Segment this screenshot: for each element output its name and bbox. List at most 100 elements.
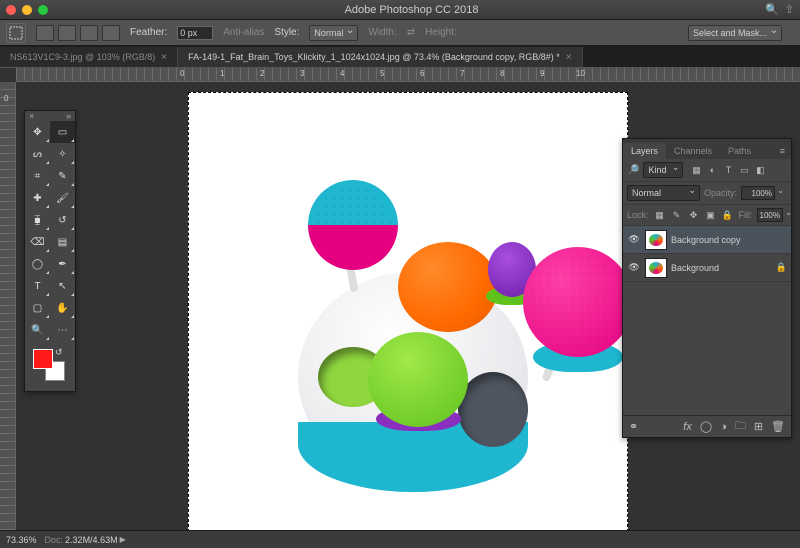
document-tabs: NS613V1C9-3.jpg @ 103% (RGB/8) × FA-149-… <box>0 46 800 68</box>
layer-filter-dropdown[interactable]: Kind <box>643 162 683 178</box>
brush-tool[interactable]: 🖌 <box>50 187 75 209</box>
close-tab-icon[interactable]: × <box>566 52 572 63</box>
doc-size-label: Doc: <box>45 535 64 545</box>
new-layer-icon[interactable]: ⊞ <box>754 420 763 433</box>
eraser-tool[interactable]: ⌫ <box>25 231 50 253</box>
selection-subtract[interactable] <box>80 25 98 41</box>
foreground-color-swatch[interactable] <box>33 349 53 369</box>
close-tab-icon[interactable]: × <box>161 52 167 63</box>
status-menu-icon[interactable]: ▶ <box>120 535 126 544</box>
feather-input[interactable] <box>177 26 213 40</box>
close-window-button[interactable] <box>6 5 16 15</box>
layer-row[interactable]: 👁 Background copy <box>623 226 791 254</box>
layer-name[interactable]: Background <box>671 263 719 273</box>
edit-toolbar-icon: ⋯ <box>58 325 68 336</box>
layer-effects-icon[interactable]: fx <box>683 421 692 433</box>
crop-tool[interactable]: ⌗ <box>25 165 50 187</box>
layers-panel-footer: ⚭ fx ◯ ◑ 🗀 ⊞ 🗑 <box>623 415 791 437</box>
adjustment-layer-icon[interactable]: ◑ <box>720 421 727 433</box>
ruler-horizontal[interactable]: 0 1 2 3 4 5 6 7 8 9 10 <box>16 68 800 82</box>
path-selection-tool[interactable]: ↖ <box>50 275 75 297</box>
share-icon[interactable]: ⇪ <box>785 3 794 16</box>
minimize-window-button[interactable] <box>22 5 32 15</box>
swap-dimensions-icon: ⇄ <box>407 27 415 38</box>
clone-stamp-tool[interactable]: ⧯ <box>25 209 50 231</box>
layer-thumbnail[interactable] <box>645 230 667 250</box>
document-tab[interactable]: NS613V1C9-3.jpg @ 103% (RGB/8) × <box>0 47 178 67</box>
zoom-tool[interactable]: 🔍 <box>25 319 50 341</box>
lock-artboard-icon[interactable]: ▣ <box>704 208 718 222</box>
filter-smart-icon[interactable]: ◧ <box>753 163 767 177</box>
filter-shape-icon[interactable]: ▭ <box>737 163 751 177</box>
eyedropper-tool-icon: ✎ <box>58 171 66 182</box>
visibility-toggle-icon[interactable]: 👁 <box>627 262 641 273</box>
filter-pixel-icon[interactable]: ▦ <box>689 163 703 177</box>
tab-label: NS613V1C9-3.jpg @ 103% (RGB/8) <box>10 52 155 62</box>
lock-all-icon[interactable]: 🔒 <box>721 208 735 222</box>
document-canvas[interactable] <box>188 92 628 530</box>
visibility-toggle-icon[interactable]: 👁 <box>627 234 641 245</box>
rectangular-marquee-tool[interactable]: ▭ <box>50 121 75 143</box>
style-dropdown[interactable]: Normal <box>309 25 358 41</box>
pen-tool[interactable]: ✒ <box>50 253 75 275</box>
magic-wand-tool[interactable]: ✧ <box>50 143 75 165</box>
layer-row[interactable]: 👁 Background 🔒 <box>623 254 791 282</box>
delete-layer-icon[interactable]: 🗑 <box>771 420 785 433</box>
brush-tool-icon: 🖌 <box>56 193 69 204</box>
dodge-tool-icon: ◯ <box>32 259 43 270</box>
opacity-input[interactable]: 100% <box>741 186 775 200</box>
lock-transparency-icon[interactable]: ▦ <box>653 208 667 222</box>
active-tool-indicator[interactable] <box>6 23 26 43</box>
width-label: Width: <box>368 27 396 38</box>
panel-menu-icon[interactable]: ≡ <box>774 143 791 159</box>
close-panel-icon[interactable]: × <box>29 111 34 121</box>
lock-image-icon[interactable]: ✎ <box>670 208 684 222</box>
selection-new[interactable] <box>36 25 54 41</box>
eyedropper-tool[interactable]: ✎ <box>50 165 75 187</box>
panel-tab-channels[interactable]: Channels <box>666 143 720 159</box>
search-icon[interactable]: 🔍 <box>765 3 779 16</box>
color-swatches: ↺ <box>25 345 75 385</box>
panel-tab-layers[interactable]: Layers <box>623 143 666 159</box>
layer-thumbnail[interactable] <box>645 258 667 278</box>
fill-label: Fill: <box>739 210 753 220</box>
doc-size-value: 2.32M/4.63M <box>65 535 118 545</box>
maximize-window-button[interactable] <box>38 5 48 15</box>
lasso-tool[interactable]: ᔕ <box>25 143 50 165</box>
crop-tool-icon: ⌗ <box>35 171 41 182</box>
filter-adjust-icon[interactable]: ◐ <box>705 163 719 177</box>
rectangle-tool[interactable]: ▢ <box>25 297 50 319</box>
fill-input[interactable]: 100% <box>757 208 783 222</box>
rectangle-tool-icon: ▢ <box>33 303 42 314</box>
magic-wand-tool-icon: ✧ <box>58 149 66 160</box>
collapse-panel-icon[interactable]: » <box>66 111 71 121</box>
tools-panel[interactable]: ×» ✥▭ᔕ✧⌗✎✚🖌⧯↺⌫▤◯✒T↖▢✋🔍⋯ ↺ <box>24 110 76 392</box>
type-tool[interactable]: T <box>25 275 50 297</box>
spot-healing-tool[interactable]: ✚ <box>25 187 50 209</box>
layer-name[interactable]: Background copy <box>671 235 741 245</box>
layer-mask-icon[interactable]: ◯ <box>700 420 712 433</box>
edit-toolbar[interactable]: ⋯ <box>50 319 75 341</box>
layer-group-icon[interactable]: 🗀 <box>735 417 746 436</box>
selection-intersect[interactable] <box>102 25 120 41</box>
dodge-tool[interactable]: ◯ <box>25 253 50 275</box>
lock-position-icon[interactable]: ✥ <box>687 208 701 222</box>
selection-add[interactable] <box>58 25 76 41</box>
layers-panel[interactable]: Layers Channels Paths ≡ 🔎 Kind ▦ ◐ T ▭ ◧… <box>622 138 792 438</box>
app-title: Adobe Photoshop CC 2018 <box>58 4 765 16</box>
filter-type-icon[interactable]: T <box>721 163 735 177</box>
hand-tool[interactable]: ✋ <box>50 297 75 319</box>
panel-tab-paths[interactable]: Paths <box>720 143 759 159</box>
opacity-label: Opacity: <box>704 188 737 198</box>
ruler-vertical[interactable]: 0 <box>0 82 16 530</box>
type-tool-icon: T <box>34 281 40 292</box>
swap-colors-icon[interactable]: ↺ <box>55 347 63 358</box>
blend-mode-dropdown[interactable]: Normal <box>627 185 700 201</box>
gradient-tool[interactable]: ▤ <box>50 231 75 253</box>
history-brush-tool[interactable]: ↺ <box>50 209 75 231</box>
link-layers-icon[interactable]: ⚭ <box>629 420 638 433</box>
zoom-level[interactable]: 73.36% <box>6 535 37 545</box>
select-and-mask-button[interactable]: Select and Mask... <box>688 25 782 41</box>
move-tool[interactable]: ✥ <box>25 121 50 143</box>
document-tab[interactable]: FA-149-1_Fat_Brain_Toys_Klickity_1_1024x… <box>178 47 583 67</box>
